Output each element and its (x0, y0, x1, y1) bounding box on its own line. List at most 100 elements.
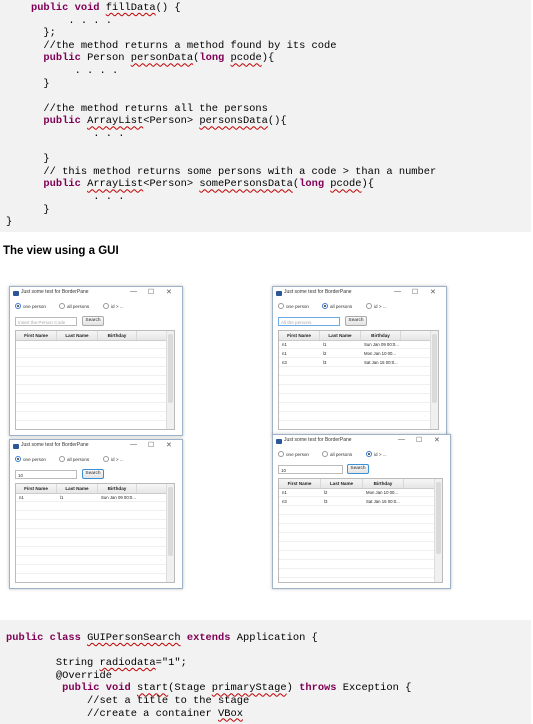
table-row[interactable] (279, 560, 435, 569)
column-header[interactable]: Birthday (363, 479, 404, 488)
radio-button[interactable] (278, 451, 284, 457)
minimize-icon[interactable]: — (130, 441, 137, 448)
table-row[interactable]: n1 l1 Sun Jan 09 00:0... (16, 493, 167, 502)
maximize-icon[interactable]: ☐ (416, 436, 422, 444)
radio-button[interactable] (103, 303, 109, 309)
table-row[interactable] (16, 412, 167, 421)
table-row[interactable]: n1 l1 Sun Jan 09 00:0... (279, 340, 431, 349)
table-row[interactable] (16, 421, 167, 429)
column-header[interactable]: Last Name (321, 479, 363, 488)
table-row[interactable] (279, 367, 431, 376)
radio-option[interactable]: all persons (59, 456, 89, 462)
table-row[interactable] (279, 524, 435, 533)
table-row[interactable]: n1 l2 Mon Jan 10 00... (279, 349, 431, 358)
minimize-icon[interactable]: — (398, 436, 405, 443)
table-row[interactable]: n3 l3 Sat Jan 15 00:0... (279, 497, 435, 506)
minimize-icon[interactable]: — (130, 288, 137, 295)
table-row[interactable] (279, 403, 431, 412)
table-row[interactable] (16, 403, 167, 412)
table-scrollbar[interactable] (166, 484, 174, 582)
radio-button[interactable] (278, 303, 284, 309)
column-header[interactable]: Last Name (320, 331, 361, 340)
table-row[interactable] (16, 385, 167, 394)
table-row[interactable]: n1 l2 Mon Jan 10 00... (279, 488, 435, 497)
table-row[interactable]: n3 l3 Sat Jan 15 00:0... (279, 358, 431, 367)
table-row[interactable] (16, 394, 167, 403)
close-icon[interactable]: ✕ (166, 288, 172, 296)
radio-option[interactable]: one person (278, 303, 309, 309)
table-row[interactable] (279, 412, 431, 421)
maximize-icon[interactable]: ☐ (148, 288, 154, 296)
radio-option[interactable]: id > ... (103, 303, 124, 309)
column-header[interactable]: First Name (279, 479, 321, 488)
table-row[interactable] (16, 367, 167, 376)
table-row[interactable] (279, 506, 435, 515)
radio-button[interactable] (59, 456, 65, 462)
table-row[interactable] (279, 421, 431, 429)
search-input[interactable]: 10 (278, 465, 343, 474)
table-scrollbar[interactable] (166, 331, 174, 429)
table-row[interactable] (16, 529, 167, 538)
maximize-icon[interactable]: ☐ (412, 288, 418, 296)
radio-button[interactable] (366, 303, 372, 309)
close-icon[interactable]: ✕ (166, 441, 172, 449)
search-button[interactable]: Search (82, 316, 104, 326)
table-row[interactable] (16, 520, 167, 529)
table-row[interactable] (279, 376, 431, 385)
table-row[interactable] (279, 394, 431, 403)
column-header[interactable]: First Name (16, 331, 57, 340)
column-header[interactable]: Birthday (361, 331, 401, 340)
radio-option[interactable]: all persons (322, 451, 352, 457)
radio-option[interactable]: id > ... (366, 303, 387, 309)
table-row[interactable] (16, 502, 167, 511)
search-input[interactable]: 10 (15, 470, 77, 479)
column-header[interactable]: Last Name (57, 331, 98, 340)
table-row[interactable] (16, 349, 167, 358)
table-row[interactable] (16, 538, 167, 547)
column-header[interactable]: First Name (16, 484, 57, 493)
radio-option[interactable]: one person (15, 456, 46, 462)
table-row[interactable] (16, 511, 167, 520)
radio-option[interactable]: all persons (59, 303, 89, 309)
table-row[interactable] (279, 515, 435, 524)
minimize-icon[interactable]: — (394, 288, 401, 295)
table-row[interactable] (16, 565, 167, 574)
search-button[interactable]: Search (82, 469, 104, 479)
table-scrollbar[interactable] (434, 479, 442, 582)
radio-button[interactable] (103, 456, 109, 462)
search-input[interactable]: All the persons (278, 317, 340, 326)
close-icon[interactable]: ✕ (430, 288, 436, 296)
table-row[interactable] (279, 569, 435, 578)
table-row[interactable] (16, 376, 167, 385)
table-row[interactable] (16, 547, 167, 556)
table-row[interactable] (279, 385, 431, 394)
search-input[interactable]: Insert the Person Code (15, 317, 77, 326)
table-row[interactable] (16, 340, 167, 349)
close-icon[interactable]: ✕ (434, 436, 440, 444)
maximize-icon[interactable]: ☐ (148, 441, 154, 449)
radio-option[interactable]: one person (15, 303, 46, 309)
radio-button[interactable] (322, 303, 328, 309)
search-button[interactable]: Search (347, 464, 369, 474)
table-row[interactable] (279, 533, 435, 542)
radio-button[interactable] (15, 303, 21, 309)
column-header[interactable]: Last Name (57, 484, 98, 493)
column-header[interactable]: Birthday (98, 484, 137, 493)
radio-button[interactable] (366, 451, 372, 457)
radio-option[interactable]: id > ... (103, 456, 124, 462)
table-row[interactable] (279, 551, 435, 560)
column-header[interactable]: First Name (279, 331, 320, 340)
radio-button[interactable] (322, 451, 328, 457)
table-row[interactable] (16, 358, 167, 367)
radio-option[interactable]: id > ... (366, 451, 387, 457)
table-row[interactable] (16, 556, 167, 565)
table-row[interactable] (16, 574, 167, 582)
radio-option[interactable]: all persons (322, 303, 352, 309)
search-button[interactable]: Search (345, 316, 367, 326)
table-scrollbar[interactable] (430, 331, 438, 429)
radio-option[interactable]: one person (278, 451, 309, 457)
radio-button[interactable] (59, 303, 65, 309)
table-row[interactable] (279, 542, 435, 551)
column-header[interactable]: Birthday (98, 331, 137, 340)
radio-button[interactable] (15, 456, 21, 462)
